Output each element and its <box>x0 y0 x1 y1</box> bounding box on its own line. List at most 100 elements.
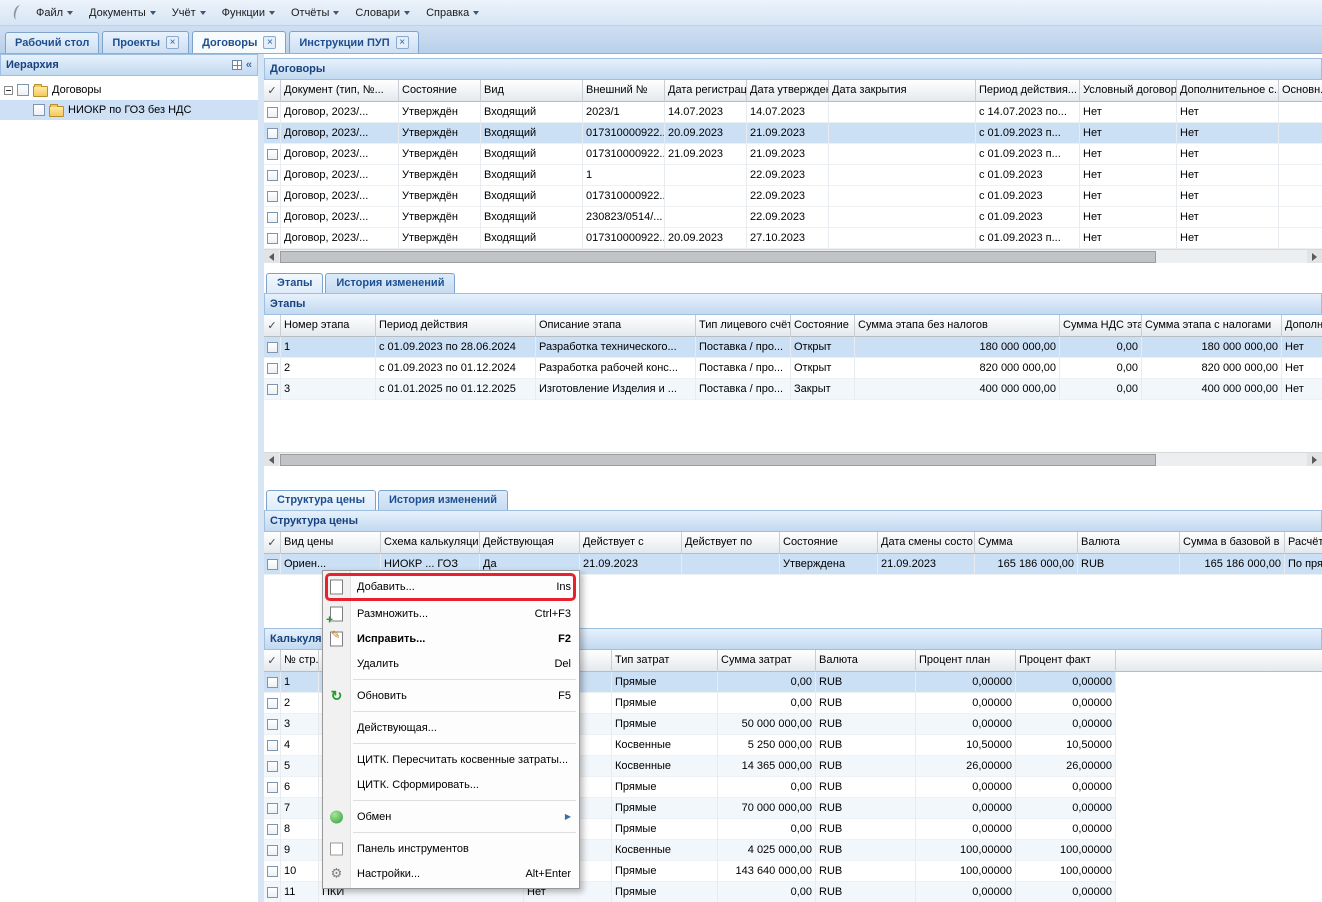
column-header[interactable]: Сумма <box>975 532 1078 554</box>
section-tab[interactable]: История изменений <box>325 273 455 293</box>
column-header[interactable]: Сумма НДС этапа <box>1060 315 1142 337</box>
row-checkbox[interactable] <box>267 740 278 751</box>
table-row[interactable]: Договор, 2023/...УтверждёнВходящий122.09… <box>264 165 1322 186</box>
menubar-item[interactable]: Словари <box>347 3 418 23</box>
scroll-left-button[interactable] <box>264 250 279 263</box>
table-row[interactable]: Договор, 2023/...УтверждёнВходящий017310… <box>264 228 1322 249</box>
workspace-tab[interactable]: Инструкции ПУП× <box>289 31 418 53</box>
table-row[interactable]: Договор, 2023/...УтверждёнВходящий017310… <box>264 144 1322 165</box>
grid-icon[interactable] <box>232 60 242 70</box>
row-checkbox[interactable] <box>267 866 278 877</box>
column-header[interactable]: Основн... <box>1279 80 1322 102</box>
row-checkbox[interactable] <box>267 845 278 856</box>
context-menu-item[interactable]: УдалитьDel <box>323 651 579 676</box>
column-header[interactable]: Состояние <box>399 80 481 102</box>
tab-close-icon[interactable]: × <box>263 36 276 49</box>
column-header[interactable]: Валюта <box>816 650 916 672</box>
row-checkbox[interactable] <box>267 149 278 160</box>
row-checkbox[interactable] <box>267 191 278 202</box>
column-header[interactable]: Действует по <box>682 532 780 554</box>
tree-checkbox[interactable] <box>33 104 45 116</box>
column-header[interactable]: Сумма этапа без налогов <box>855 315 1060 337</box>
select-all-column-header[interactable]: ✓ <box>264 650 281 672</box>
scrollbar-thumb[interactable] <box>280 454 1156 466</box>
table-row[interactable]: Договор, 2023/...УтверждёнВходящий230823… <box>264 207 1322 228</box>
column-header[interactable]: Дополн... <box>1282 315 1322 337</box>
row-checkbox[interactable] <box>267 761 278 772</box>
column-header[interactable]: Описание этапа <box>536 315 696 337</box>
row-checkbox[interactable] <box>267 559 278 570</box>
column-header[interactable]: Состояние <box>780 532 878 554</box>
scrollbar-thumb[interactable] <box>280 251 1156 263</box>
row-checkbox[interactable] <box>267 677 278 688</box>
column-header[interactable]: Сумма в базовой в <box>1180 532 1285 554</box>
tree-item[interactable]: НИОКР по ГОЗ без НДС <box>0 100 258 120</box>
row-checkbox[interactable] <box>267 170 278 181</box>
column-header[interactable]: Номер этапа <box>281 315 376 337</box>
context-menu-item[interactable]: Размножить...Ctrl+F3 <box>323 601 579 626</box>
column-header[interactable]: Период действия... <box>976 80 1080 102</box>
menubar-item[interactable]: Отчёты <box>283 3 347 23</box>
column-header[interactable]: Сумма этапа с налогами <box>1142 315 1282 337</box>
row-checkbox[interactable] <box>267 233 278 244</box>
context-menu-item[interactable]: Добавить...Ins <box>323 573 579 601</box>
table-row[interactable]: Договор, 2023/...УтверждёнВходящий017310… <box>264 186 1322 207</box>
row-checkbox[interactable] <box>267 363 278 374</box>
scroll-right-button[interactable] <box>1307 453 1322 466</box>
row-checkbox[interactable] <box>267 782 278 793</box>
scroll-right-button[interactable] <box>1307 250 1322 263</box>
column-header[interactable]: Условный договор <box>1080 80 1177 102</box>
column-header[interactable]: Внешний № <box>583 80 665 102</box>
context-menu-item[interactable]: Обмен▶ <box>323 804 579 829</box>
tree-checkbox[interactable] <box>17 84 29 96</box>
row-checkbox[interactable] <box>267 384 278 395</box>
workspace-tab[interactable]: Проекты× <box>102 31 189 53</box>
column-header[interactable]: Тип лицевого счёт <box>696 315 791 337</box>
section-tab[interactable]: Этапы <box>266 273 323 293</box>
column-header[interactable]: Процент план <box>916 650 1016 672</box>
column-header[interactable]: Вид цены <box>281 532 381 554</box>
workspace-tab[interactable]: Договоры× <box>192 31 286 53</box>
column-header[interactable]: Валюта <box>1078 532 1180 554</box>
menubar-item[interactable]: Справка <box>418 3 487 23</box>
row-checkbox[interactable] <box>267 212 278 223</box>
workspace-tab[interactable]: Рабочий стол <box>5 32 99 53</box>
context-menu-item[interactable]: Действующая... <box>323 715 579 740</box>
tree-expander-icon[interactable] <box>4 86 13 95</box>
context-menu-item[interactable]: Панель инструментов <box>323 836 579 861</box>
tab-close-icon[interactable]: × <box>396 36 409 49</box>
select-all-column-header[interactable]: ✓ <box>264 532 281 554</box>
context-menu-item[interactable]: ⚙Настройки...Alt+Enter <box>323 861 579 886</box>
table-row[interactable]: Договор, 2023/...УтверждёнВходящий017310… <box>264 123 1322 144</box>
column-header[interactable]: Вид <box>481 80 583 102</box>
column-header[interactable]: Сумма затрат <box>718 650 816 672</box>
collapse-panel-icon[interactable]: « <box>246 59 252 71</box>
scroll-left-button[interactable] <box>264 453 279 466</box>
context-menu-item[interactable]: ↻ОбновитьF5 <box>323 683 579 708</box>
column-header[interactable]: Действующая <box>480 532 580 554</box>
table-row[interactable]: 3с 01.01.2025 по 01.12.2025Изготовление … <box>264 379 1322 400</box>
select-all-column-header[interactable]: ✓ <box>264 315 281 337</box>
column-header[interactable]: Документ (тип, №... <box>281 80 399 102</box>
section-tab[interactable]: Структура цены <box>266 490 376 510</box>
column-header[interactable]: Состояние <box>791 315 855 337</box>
column-header[interactable]: № стр... <box>281 650 319 672</box>
row-checkbox[interactable] <box>267 342 278 353</box>
table-row[interactable]: 1с 01.09.2023 по 28.06.2024Разработка те… <box>264 337 1322 358</box>
row-checkbox[interactable] <box>267 128 278 139</box>
menubar-item[interactable]: Файл <box>28 3 81 23</box>
column-header[interactable]: Действует с <box>580 532 682 554</box>
column-header[interactable]: Расчёт <box>1285 532 1322 554</box>
menubar-item[interactable]: Учёт <box>164 3 214 23</box>
context-menu-item[interactable]: ЦИТК. Пересчитать косвенные затраты... <box>323 747 579 772</box>
tree-item[interactable]: Договоры <box>0 80 258 100</box>
row-checkbox[interactable] <box>267 698 278 709</box>
column-header[interactable]: Схема калькуляци <box>381 532 480 554</box>
context-menu-item[interactable]: ЦИТК. Сформировать... <box>323 772 579 797</box>
row-checkbox[interactable] <box>267 803 278 814</box>
column-header[interactable]: Дата регистрации <box>665 80 747 102</box>
menubar-item[interactable]: Функции <box>214 3 283 23</box>
column-header[interactable]: Дата закрытия <box>829 80 976 102</box>
section-tab[interactable]: История изменений <box>378 490 508 510</box>
select-all-column-header[interactable]: ✓ <box>264 80 281 102</box>
